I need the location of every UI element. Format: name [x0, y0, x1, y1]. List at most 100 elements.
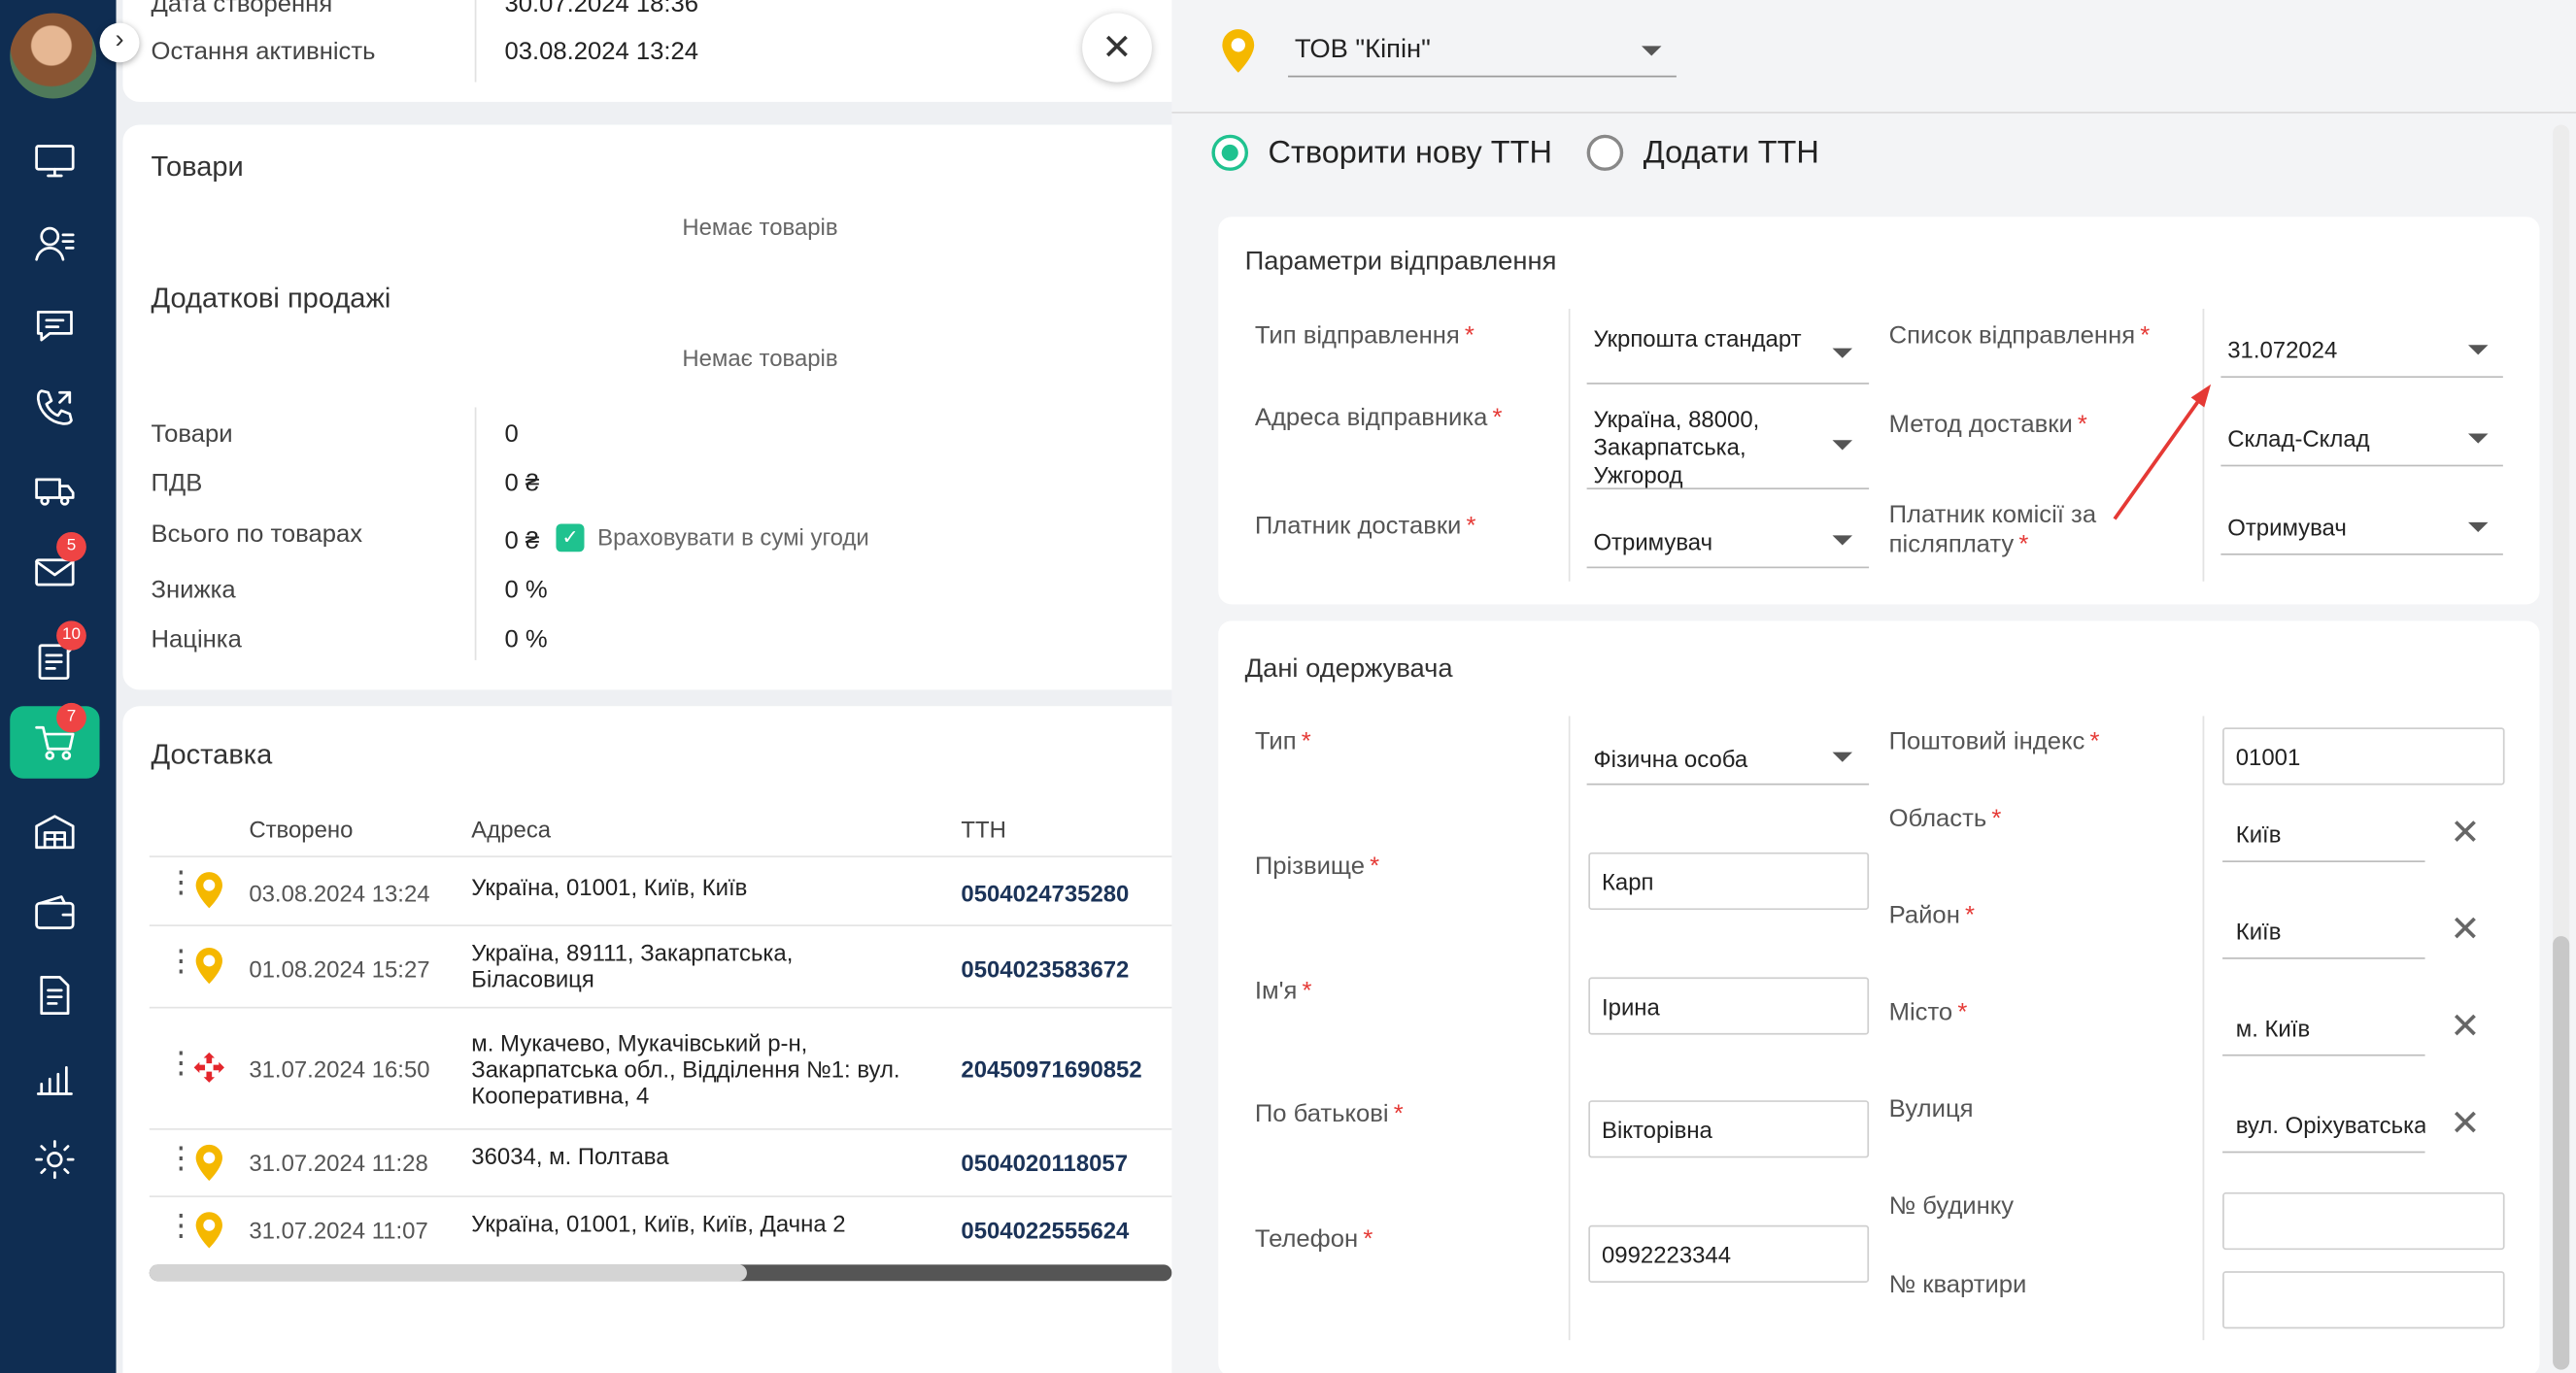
column-address: Адреса	[471, 816, 552, 843]
nav-documents[interactable]	[10, 959, 99, 1031]
region-field[interactable]: Київ	[2222, 805, 2425, 862]
delivery-title: Доставка	[151, 739, 273, 771]
patronymic-input[interactable]: Вікторівна	[1588, 1100, 1870, 1158]
postcode-input[interactable]: 01001	[2222, 727, 2505, 786]
summary-discount-value: 0 %	[504, 576, 548, 605]
row-ttn[interactable]: 20450971690852	[961, 1056, 1141, 1083]
nav-warehouse[interactable]	[10, 795, 99, 867]
shipment-type-select[interactable]: Укрпошта стандарт	[1586, 318, 1870, 385]
mail-badge: 5	[56, 532, 86, 562]
table-row[interactable]: ⋮ 01.08.2024 15:27 Україна, 89111, Закар…	[149, 926, 1172, 1009]
divider	[2202, 716, 2205, 1341]
row-menu-icon[interactable]: ⋮	[166, 946, 196, 975]
house-label: № будинку	[1888, 1191, 2015, 1221]
divider	[1568, 716, 1571, 1341]
radio-create-new-ttn[interactable]	[1211, 134, 1249, 171]
nav-tasks[interactable]: 10	[10, 620, 99, 696]
nav-wallet[interactable]	[10, 877, 99, 949]
nav-cart[interactable]: 7	[10, 702, 100, 779]
clear-district-icon[interactable]: ✕	[2450, 911, 2481, 948]
nav-chat[interactable]	[10, 289, 99, 361]
tasks-badge: 10	[56, 620, 86, 651]
nav-analytics[interactable]	[10, 1041, 99, 1113]
clear-city-icon[interactable]: ✕	[2450, 1008, 2481, 1045]
phone-input[interactable]: 0992223344	[1588, 1224, 1870, 1283]
radio-add-ttn[interactable]	[1586, 134, 1624, 171]
sender-address-label: Адреса відправника *	[1254, 404, 1503, 432]
nav-contacts[interactable]	[10, 207, 99, 279]
city-field[interactable]: м. Київ	[2222, 998, 2425, 1056]
divider	[474, 0, 477, 83]
table-row[interactable]: ⋮ 31.07.2024 11:07 Україна, 01001, Київ,…	[150, 1197, 1172, 1263]
clear-street-icon[interactable]: ✕	[2450, 1104, 2481, 1141]
chat-icon	[36, 311, 73, 342]
row-address: м. Мукачево, Мукачівський р-н, Закарпатс…	[471, 1029, 900, 1109]
user-avatar[interactable]	[10, 13, 97, 99]
recipient-type-select[interactable]: Фізична особа	[1586, 732, 1870, 786]
row-menu-icon[interactable]: ⋮	[166, 867, 196, 896]
phone-value: 0992223344	[1601, 1241, 1732, 1268]
delivery-payer-select[interactable]: Отримувач	[1586, 516, 1870, 569]
apartment-input[interactable]	[2222, 1271, 2505, 1329]
nav-phone[interactable]	[10, 371, 99, 443]
radio-create-new-label[interactable]: Створити нову ТТН	[1269, 136, 1552, 172]
street-field[interactable]: вул. Оріхуватська	[2222, 1095, 2425, 1154]
table-row[interactable]: ⋮ 03.08.2024 13:24 Україна, 01001, Київ,…	[149, 857, 1172, 926]
row-ttn[interactable]: 0504024735280	[961, 881, 1129, 907]
table-scrollbar-thumb[interactable]	[149, 1264, 747, 1282]
row-menu-icon[interactable]: ⋮	[166, 1211, 196, 1240]
chevron-down-icon	[1832, 348, 1853, 358]
recipient-title: Дані одержувача	[1244, 654, 1453, 684]
district-value: Київ	[2235, 918, 2282, 945]
ttn-panel: ТОВ "Кіпін" Створити нову ТТН Додати ТТН…	[1171, 0, 2576, 1373]
shipment-type-value: Укрпошта стандарт	[1593, 324, 1802, 352]
sender-address-select[interactable]: Україна, 88000, Закарпатська, Ужгород	[1586, 404, 1870, 490]
chevron-down-icon[interactable]	[1642, 46, 1662, 56]
row-menu-icon[interactable]: ⋮	[166, 1143, 196, 1172]
commission-payer-value: Отримувач	[2227, 514, 2347, 541]
row-menu-icon[interactable]: ⋮	[166, 1048, 196, 1077]
recipient-card: Дані одержувача Тип * Фізична особа Прізв…	[1218, 620, 2540, 1373]
organization-select[interactable]: ТОВ "Кіпін"	[1295, 36, 1431, 65]
row-ttn[interactable]: 0504020118057	[961, 1150, 1128, 1176]
include-in-deal-checkbox[interactable]: ✓	[556, 523, 585, 553]
table-row[interactable]: ⋮ 31.07.2024 11:28 36034, м. Полтава 050…	[149, 1130, 1172, 1198]
name-input[interactable]: Ірина	[1588, 977, 1870, 1035]
clear-region-icon[interactable]: ✕	[2450, 814, 2481, 851]
row-address: 36034, м. Полтава	[471, 1143, 669, 1170]
row-address: Україна, 89111, Закарпатська, Біласовиця	[471, 939, 794, 992]
sidebar-expand-button[interactable]: ›	[99, 22, 140, 63]
shipment-params-title: Параметри відправлення	[1244, 248, 1557, 277]
table-row[interactable]: ⋮ 31.07.2024 16:50 м. Мукачево, Мукачівс…	[149, 1009, 1172, 1130]
delivery-method-value: Склад-Склад	[2227, 425, 2370, 452]
house-input[interactable]	[2222, 1191, 2505, 1251]
close-icon[interactable]: ✕	[1082, 13, 1152, 83]
document-icon	[40, 976, 70, 1015]
row-ttn[interactable]: 0504022555624	[961, 1217, 1129, 1243]
surname-value: Карп	[1601, 868, 1654, 895]
nav-mail[interactable]: 5	[10, 532, 99, 607]
district-label: Район *	[1888, 901, 1975, 930]
commission-payer-select[interactable]: Отримувач	[2220, 503, 2503, 555]
district-field[interactable]: Київ	[2222, 902, 2425, 959]
postcode-label: Поштовий індекс *	[1888, 727, 2100, 756]
summary-vat-value: 0 ₴	[504, 469, 540, 498]
nav-monitor[interactable]	[10, 125, 99, 197]
nav-delivery[interactable]	[10, 453, 99, 525]
ukrposhta-icon	[195, 872, 222, 909]
summary-discount-label: Знижка	[151, 576, 236, 605]
nav-settings[interactable]	[10, 1123, 99, 1195]
row-created: 03.08.2024 13:24	[249, 880, 430, 907]
surname-label: Прізвище *	[1254, 852, 1380, 881]
divider	[1568, 308, 1571, 582]
shipment-list-label: Список відправлення *	[1888, 321, 2151, 351]
ukrposhta-icon	[195, 947, 222, 985]
radio-add-label[interactable]: Додати ТТН	[1644, 136, 1819, 172]
surname-input[interactable]: Карп	[1588, 852, 1870, 911]
column-ttn: ТТН	[961, 816, 1006, 843]
shipment-list-select[interactable]: 31.072024	[2220, 325, 2503, 379]
row-ttn[interactable]: 0504023583672	[961, 955, 1129, 982]
panel-scrollbar-thumb[interactable]	[2553, 936, 2570, 1370]
region-label: Область *	[1888, 804, 2002, 833]
delivery-method-select[interactable]: Склад-Склад	[2220, 414, 2503, 467]
